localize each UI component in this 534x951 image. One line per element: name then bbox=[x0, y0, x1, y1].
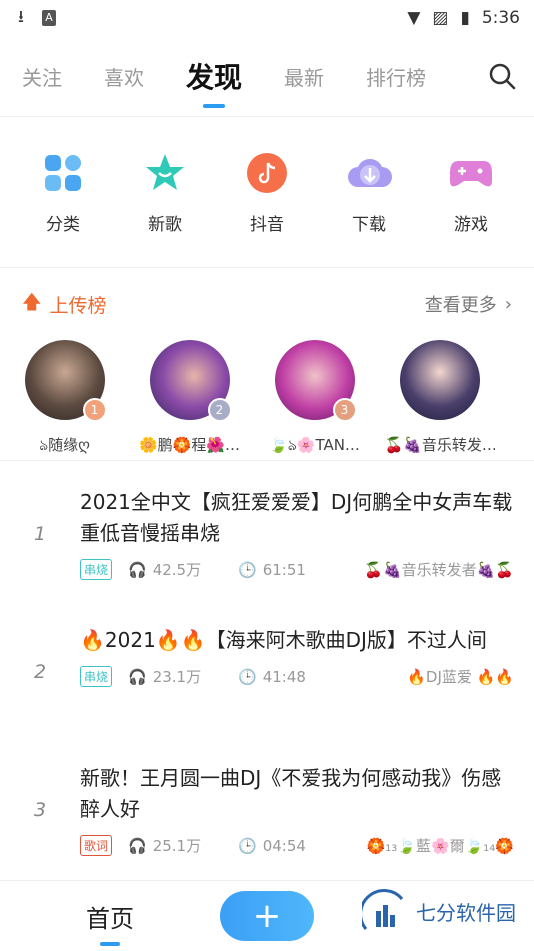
uploader-name: 🍒🍇音乐转发… bbox=[384, 436, 495, 454]
avatar: 1 bbox=[24, 340, 107, 422]
play-count: 25.1万 bbox=[152, 837, 202, 855]
douyin-icon bbox=[244, 150, 290, 196]
upload-arrow-icon: 🡅 bbox=[22, 291, 42, 313]
song-title: 2021全中文【疯狂爱爱爱】DJ何鹏全中女声车载重低音慢摇串烧 bbox=[80, 490, 513, 545]
uploader-name: ঌ随缘ღ bbox=[39, 436, 90, 454]
uploader-item[interactable]: 🍒🍇音乐转发… bbox=[385, 340, 495, 460]
no-sim-icon: ▨ bbox=[432, 8, 449, 28]
status-bar: ⭳ A ▼ ▨ ▮ 5:36 bbox=[0, 0, 534, 36]
watermark-logo-icon bbox=[362, 889, 404, 930]
clock-icon: 🕒 bbox=[238, 667, 257, 686]
download-icon: ⭳ bbox=[18, 6, 24, 27]
category-label: 游戏 bbox=[454, 214, 488, 235]
song-tag: 歌词 bbox=[80, 835, 113, 856]
uploader-item[interactable]: 2 🌼鹏🏵️程🌺… bbox=[139, 340, 240, 460]
cloud-download-icon bbox=[346, 150, 392, 196]
song-rank: 2 bbox=[33, 661, 47, 683]
play-count: 42.5万 bbox=[152, 561, 202, 579]
song-rank: 1 bbox=[33, 523, 47, 545]
uploader-name: 🍃ঌ🌸TAN… bbox=[269, 436, 360, 454]
category-label: 分类 bbox=[46, 214, 80, 235]
rank-badge: 1 bbox=[82, 398, 107, 422]
play-count: 23.1万 bbox=[152, 668, 202, 686]
tab-follow[interactable]: 关注 bbox=[22, 62, 62, 91]
song-title: 🔥2021🔥🔥【海来阿木歌曲DJ版】不过人间 bbox=[80, 628, 487, 652]
search-icon[interactable] bbox=[488, 62, 516, 90]
song-duration: 61:51 bbox=[262, 560, 306, 579]
song-tag: 串烧 bbox=[80, 559, 113, 580]
grid-icon bbox=[40, 150, 86, 196]
tab-ranking[interactable]: 排行榜 bbox=[366, 62, 426, 91]
category-new-songs[interactable]: 新歌 bbox=[125, 150, 205, 235]
status-time: 5:36 bbox=[481, 8, 520, 28]
category-label: 抖音 bbox=[250, 214, 284, 235]
chevron-right-icon: › bbox=[504, 293, 512, 315]
clock-icon: 🕒 bbox=[238, 836, 257, 855]
tab-discover[interactable]: 发现 bbox=[186, 56, 242, 96]
avatar: 2 bbox=[149, 340, 232, 422]
song-rank: 3 bbox=[33, 799, 47, 821]
rank-badge: 3 bbox=[332, 398, 357, 422]
tab-home[interactable]: 首页 bbox=[0, 899, 220, 934]
gamepad-icon bbox=[448, 150, 494, 196]
song-uploader: 🔥DJ蓝爱 🔥🔥 bbox=[407, 668, 514, 686]
add-button[interactable]: + bbox=[220, 891, 314, 941]
headphones-icon: 🎧 bbox=[128, 836, 147, 855]
avatar bbox=[399, 340, 480, 420]
song-uploader: 🏵️₁₃🍃藍🌸爾🍃₁₄🏵️ bbox=[366, 837, 514, 855]
tab-like[interactable]: 喜欢 bbox=[104, 62, 144, 91]
headphones-icon: 🎧 bbox=[128, 560, 147, 579]
watermark: 七分软件园 bbox=[362, 889, 516, 933]
a-icon: A bbox=[41, 10, 56, 26]
bottom-nav: 首页 + 七分软件园 bbox=[0, 880, 534, 951]
top-nav: 关注 喜欢 发现 最新 排行榜 bbox=[0, 36, 534, 117]
song-uploader: 🍒🍇音乐转发者🍇🍒 bbox=[364, 561, 514, 579]
category-games[interactable]: 游戏 bbox=[431, 150, 511, 235]
song-tag: 串烧 bbox=[80, 666, 113, 687]
wifi-icon: ▼ bbox=[407, 8, 421, 28]
song-duration: 41:48 bbox=[262, 667, 306, 686]
tab-latest[interactable]: 最新 bbox=[284, 62, 324, 91]
song-row[interactable]: 3 新歌！王月圆一曲DJ《不爱我为何感动我》伤感醉人好 歌词 🎧 25.1万 🕒 0… bbox=[0, 737, 534, 875]
song-row[interactable]: 1 2021全中文【疯狂爱爱爱】DJ何鹏全中女声车载重低音慢摇串烧 串烧 🎧 42… bbox=[0, 461, 534, 599]
uploader-list: 1 ঌ随缘ღ 2 🌼鹏🏵️程🌺… 3 🍃ঌ🌸TAN… 🍒🍇音乐转发… bbox=[0, 340, 534, 461]
rank-badge: 2 bbox=[207, 398, 232, 422]
category-row: 分类 新歌 抖音 下载 游戏 bbox=[0, 117, 534, 268]
category-label: 下载 bbox=[352, 214, 386, 235]
upload-chart-title: 🡅 上传榜 bbox=[22, 288, 107, 320]
uploader-name: 🌼鹏🏵️程🌺… bbox=[138, 436, 241, 454]
song-title: 新歌！王月圆一曲DJ《不爱我为何感动我》伤感醉人好 bbox=[80, 766, 502, 821]
headphones-icon: 🎧 bbox=[128, 667, 147, 686]
category-download[interactable]: 下载 bbox=[329, 150, 409, 235]
category-douyin[interactable]: 抖音 bbox=[227, 150, 307, 235]
song-duration: 04:54 bbox=[262, 836, 306, 855]
upload-chart-header: 🡅 上传榜 查看更多 › bbox=[0, 268, 534, 340]
category-label: 新歌 bbox=[148, 214, 182, 235]
uploader-item[interactable]: 3 🍃ঌ🌸TAN… bbox=[269, 340, 360, 460]
uploader-item[interactable]: 1 ঌ随缘ღ bbox=[22, 340, 107, 460]
song-list: 1 2021全中文【疯狂爱爱爱】DJ何鹏全中女声车载重低音慢摇串烧 串烧 🎧 42… bbox=[0, 461, 534, 875]
star-icon bbox=[142, 150, 188, 196]
song-row[interactable]: 2 🔥2021🔥🔥【海来阿木歌曲DJ版】不过人间 串烧 🎧 23.1万 🕒 41:4… bbox=[0, 599, 534, 737]
clock-icon: 🕒 bbox=[238, 560, 257, 579]
see-more-link[interactable]: 查看更多 › bbox=[425, 291, 512, 317]
battery-icon: ▮ bbox=[460, 8, 470, 28]
avatar: 3 bbox=[274, 340, 357, 422]
category-classify[interactable]: 分类 bbox=[23, 150, 103, 235]
